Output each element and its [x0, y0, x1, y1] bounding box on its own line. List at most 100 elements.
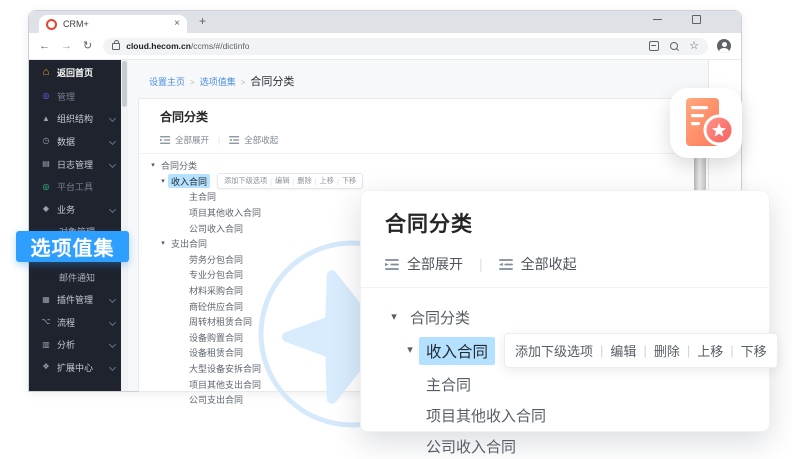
- tree-item-label: 商砼供应合同: [186, 299, 246, 313]
- sidebar-item-home[interactable]: ⌂返回首页: [29, 60, 121, 85]
- zoom-icon[interactable]: [670, 42, 678, 50]
- tree-toolbar: 全部展开 | 全部收起: [160, 134, 708, 146]
- sidebar: ⌂返回首页◎管理▲组织结构◷数据▤日志管理◎平台工具◆业务对象管理选项值集邮件通…: [29, 60, 121, 391]
- sidebar-item-label: 插件管理: [57, 293, 93, 306]
- sidebar-item-platform-tools[interactable]: ◎ 平台工具: [29, 175, 121, 198]
- profile-avatar[interactable]: [717, 39, 731, 53]
- back-icon[interactable]: ←: [39, 41, 50, 52]
- grid-icon: ▦: [40, 296, 52, 304]
- overlay-collapse-all-button[interactable]: 全部收起: [521, 254, 577, 274]
- tree-item-label: 公司收入合同: [186, 221, 246, 235]
- tree-action-button[interactable]: 编辑: [275, 176, 289, 186]
- sidebar-item-org-structure[interactable]: ▲ 组织结构: [29, 108, 121, 131]
- puzzle-icon: ❖: [40, 363, 52, 371]
- clock-icon: ◷: [40, 137, 52, 145]
- overlay-tree-item[interactable]: 公司收入合同: [385, 431, 745, 459]
- tree-action-button[interactable]: 添加下级选项: [224, 176, 267, 186]
- sidebar-item-analysis[interactable]: ▥分析: [29, 334, 121, 357]
- overlay-tree-action-button[interactable]: 删除: [654, 341, 680, 360]
- chevron-down-icon: [109, 206, 116, 213]
- sidebar-item-label: 数据: [57, 135, 75, 148]
- overlay-tree-action-button[interactable]: 添加下级选项: [515, 341, 593, 360]
- caret-down-icon[interactable]: ▾: [401, 345, 419, 356]
- toolbar-separator: |: [479, 256, 483, 272]
- chart-icon: ▥: [40, 341, 52, 349]
- action-separator: |: [730, 343, 733, 358]
- forward-icon[interactable]: →: [61, 41, 72, 52]
- action-separator: |: [270, 177, 272, 186]
- browser-tab[interactable]: CRM+ ×: [39, 15, 187, 33]
- bookmark-star-icon[interactable]: ☆: [689, 41, 699, 52]
- sidebar-item-label: 日志管理: [57, 158, 93, 171]
- sidebar-item-admin[interactable]: ◎ 管理: [29, 85, 121, 108]
- tree-item-label: 项目其他支出合同: [186, 377, 264, 391]
- refresh-icon[interactable]: ↻: [83, 41, 92, 52]
- ring-icon: ◎: [40, 92, 52, 100]
- sidebar-item-business[interactable]: ◆业务: [29, 198, 121, 221]
- expand-all-button[interactable]: 全部展开: [175, 134, 209, 146]
- overlay-tree-item[interactable]: 项目其他收入合同: [385, 400, 745, 430]
- address-toolbar: ← → ↻ cloud.hecom.cn /ccms/#/dictinfo ☆: [29, 33, 741, 60]
- collapse-all-button[interactable]: 全部收起: [244, 134, 278, 146]
- chevron-down-icon: [109, 138, 116, 145]
- chevron-down-icon: [109, 296, 116, 303]
- overlay-tree-item[interactable]: ▾收入合同添加下级选项|编辑|删除|上移|下移: [385, 333, 745, 368]
- breadcrumb-link-option-value-set[interactable]: 选项值集: [200, 75, 236, 88]
- tree-item-label: 专业分包合同: [186, 268, 246, 282]
- overlay-tree-item[interactable]: ▾合同分类: [385, 302, 745, 332]
- sidebar-item-label: 组织结构: [57, 112, 93, 125]
- tree-item-label: 劳务分包合同: [186, 252, 246, 266]
- sidebar-item-mail-notification[interactable]: 邮件通知: [29, 266, 121, 289]
- chevron-down-icon: [109, 115, 116, 122]
- tree-item-label: 收入合同: [168, 174, 210, 188]
- divider: [139, 153, 708, 154]
- tree-action-toolbar: 添加下级选项|编辑|删除|上移|下移: [217, 173, 363, 189]
- action-separator: |: [292, 177, 294, 186]
- page-title: 合同分类: [160, 108, 708, 125]
- tree-action-button[interactable]: 上移: [320, 176, 334, 186]
- new-tab-button[interactable]: +: [199, 14, 206, 28]
- action-separator: |: [600, 343, 603, 358]
- tree-item-label: 设备购置合同: [186, 330, 246, 344]
- breadcrumb-link-settings-home[interactable]: 设置主页: [149, 75, 185, 88]
- tree-item[interactable]: ▾收入合同添加下级选项|编辑|删除|上移|下移: [148, 174, 708, 190]
- flow-icon: ⌥: [40, 318, 52, 326]
- overlay-tree-action-button[interactable]: 上移: [697, 341, 723, 360]
- maximize-button[interactable]: [692, 15, 701, 24]
- overlay-tree-action-toolbar: 添加下级选项|编辑|删除|上移|下移: [504, 333, 778, 368]
- org-chart-icon: ▲: [40, 115, 52, 123]
- sidebar-item-data[interactable]: ◷ 数据: [29, 130, 121, 153]
- tree-item[interactable]: ▾合同分类: [148, 158, 708, 174]
- sidebar-item-log-management[interactable]: ▤ 日志管理: [29, 153, 121, 176]
- ring-icon: ◎: [40, 183, 52, 191]
- log-icon: ▤: [40, 160, 52, 168]
- overlay-tree-item[interactable]: 主合同: [385, 369, 745, 399]
- overlay-tree-action-button[interactable]: 下移: [741, 341, 767, 360]
- overlay-tree-item-label: 主合同: [419, 371, 478, 398]
- breadcrumb: 设置主页 > 选项值集 > 合同分类: [128, 60, 708, 89]
- caret-down-icon[interactable]: ▾: [385, 312, 403, 323]
- overlay-tree-action-button[interactable]: 编辑: [610, 341, 636, 360]
- sidebar-item-option-value-set-callout[interactable]: 选项值集: [16, 231, 129, 262]
- tree-action-button[interactable]: 下移: [342, 176, 356, 186]
- minimize-button[interactable]: [653, 19, 662, 21]
- caret-down-icon[interactable]: ▾: [158, 240, 168, 247]
- overlay-expand-all-button[interactable]: 全部展开: [407, 254, 463, 274]
- caret-down-icon[interactable]: ▾: [158, 178, 168, 185]
- sidebar-item-label: 流程: [57, 316, 75, 329]
- sidebar-scrollbar-thumb[interactable]: [122, 61, 127, 107]
- overlay-page-title: 合同分类: [385, 208, 745, 238]
- overlay-tree-item-label: 项目其他收入合同: [419, 402, 553, 429]
- extensions-icon[interactable]: [649, 41, 659, 51]
- sidebar-item-extension-center[interactable]: ❖扩展中心: [29, 356, 121, 379]
- chevron-down-icon: [109, 341, 116, 348]
- tab-close-icon[interactable]: ×: [174, 19, 180, 29]
- tree-action-button[interactable]: 删除: [297, 176, 311, 186]
- url-path: /ccms/#/dictinfo: [191, 41, 250, 51]
- sidebar-item-label: 平台工具: [57, 180, 93, 193]
- address-bar[interactable]: cloud.hecom.cn /ccms/#/dictinfo ☆: [103, 38, 708, 55]
- sidebar-item-workflow[interactable]: ⌥ 流程: [29, 311, 121, 334]
- sidebar-item-label: 管理: [57, 90, 75, 103]
- sidebar-item-plugin-management[interactable]: ▦ 插件管理: [29, 288, 121, 311]
- caret-down-icon[interactable]: ▾: [148, 162, 158, 169]
